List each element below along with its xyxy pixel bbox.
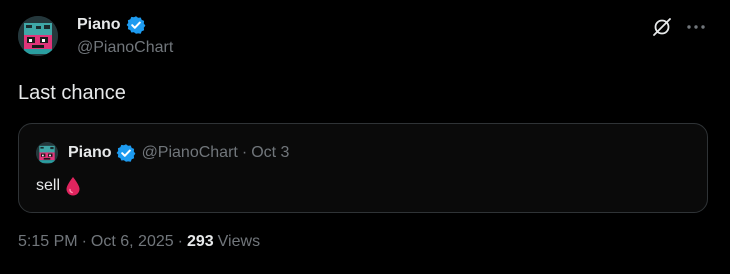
views-label: Views <box>217 233 261 250</box>
grok-icon[interactable] <box>650 15 674 39</box>
quoted-tweet-text: sell <box>36 177 61 194</box>
more-options-icon[interactable] <box>684 15 708 39</box>
author-handle[interactable]: @PianoChart <box>77 39 173 57</box>
quoted-author-name: Piano <box>68 144 112 161</box>
quoted-tweet-card[interactable]: Piano @PianoChart · Oct 3 sell <box>18 123 708 213</box>
meta-separator: · <box>81 233 87 250</box>
quoted-tweet-header: Piano @PianoChart · Oct 3 <box>68 143 289 163</box>
quoted-author-avatar <box>36 142 58 164</box>
tweet-date[interactable]: Oct 6, 2025 <box>91 233 174 251</box>
tweet-text: Last chance <box>18 82 126 104</box>
tweet-time[interactable]: 5:15 PM <box>18 233 78 251</box>
tweet-card: Piano @PianoChart Last chance Piano @Pia… <box>0 0 730 274</box>
drop-of-blood-icon <box>64 176 82 196</box>
quoted-separator: · <box>241 144 248 161</box>
views-count: 293 <box>186 233 214 250</box>
quoted-tweet-body: sell <box>36 176 82 196</box>
quoted-tweet-date: Oct 3 <box>251 144 290 161</box>
author-name-row: Piano <box>77 15 146 35</box>
tweet-meta: 5:15 PM · Oct 6, 2025 · 293 Views <box>18 233 260 251</box>
quoted-verified-badge-icon <box>116 143 136 163</box>
author-avatar[interactable] <box>18 16 58 56</box>
meta-separator: · <box>177 233 183 250</box>
quoted-author-handle: @PianoChart <box>141 144 238 161</box>
verified-badge-icon <box>126 15 146 35</box>
author-display-name[interactable]: Piano <box>77 16 121 34</box>
